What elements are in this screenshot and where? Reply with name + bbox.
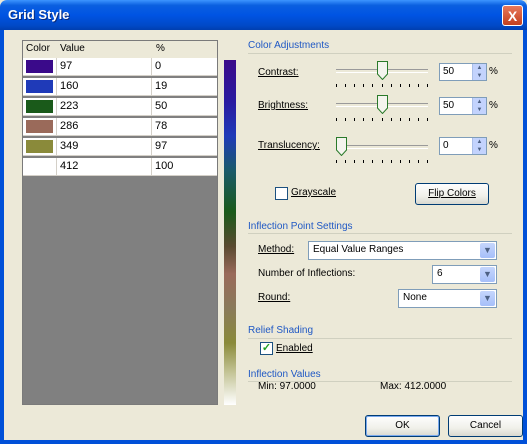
flip-colors-button[interactable]: Flip Colors: [415, 183, 489, 205]
inflection-settings-heading: Inflection Point Settings: [248, 221, 353, 232]
section-divider: [248, 338, 512, 339]
max-value-text: Max: 412.0000: [380, 381, 447, 392]
value-cell[interactable]: 412: [60, 160, 78, 172]
chevron-down-icon[interactable]: ▼: [480, 243, 495, 258]
table-row[interactable]: 349 97: [23, 138, 217, 156]
close-button[interactable]: X: [502, 5, 523, 26]
section-divider: [248, 53, 512, 54]
translucency-slider[interactable]: [336, 145, 428, 149]
close-icon: X: [507, 8, 518, 24]
spinner-arrows-icon[interactable]: ▲ ▼: [472, 138, 486, 154]
method-select[interactable]: Equal Value Ranges ▼: [308, 241, 497, 260]
color-swatch[interactable]: [26, 140, 53, 153]
value-cell[interactable]: 286: [60, 120, 78, 132]
value-cell[interactable]: 160: [60, 80, 78, 92]
value-cell[interactable]: 223: [60, 100, 78, 112]
value-cell[interactable]: 97: [60, 60, 72, 72]
percent-cell[interactable]: 100: [155, 160, 173, 172]
brightness-spinner[interactable]: 50 ▲ ▼: [439, 97, 487, 115]
percent-cell[interactable]: 78: [155, 120, 167, 132]
translucency-spinner[interactable]: 0 ▲ ▼: [439, 137, 487, 155]
relief-shading-heading: Relief Shading: [248, 325, 314, 336]
translucency-slider-thumb[interactable]: [336, 137, 347, 156]
color-swatch[interactable]: [26, 100, 53, 113]
section-divider: [248, 233, 512, 234]
round-label: Round:: [258, 292, 291, 303]
cancel-button[interactable]: Cancel: [448, 415, 523, 437]
contrast-spinner[interactable]: 50 ▲ ▼: [439, 63, 487, 81]
brightness-ticks: [336, 118, 428, 121]
color-swatch[interactable]: [26, 160, 53, 173]
contrast-unit: %: [489, 66, 498, 77]
percent-cell[interactable]: 97: [155, 140, 167, 152]
percent-column-header[interactable]: %: [156, 43, 165, 54]
window-title: Grid Style: [8, 7, 70, 22]
color-swatch[interactable]: [26, 120, 53, 133]
min-value-text: Min: 97.0000: [258, 381, 316, 392]
color-ramp-preview: [224, 60, 236, 405]
inflections-count-label: Number of Inflections:: [258, 268, 356, 279]
percent-cell[interactable]: 19: [155, 80, 167, 92]
brightness-unit: %: [489, 100, 498, 111]
value-column-header[interactable]: Value: [60, 43, 85, 54]
relief-enabled-checkbox[interactable]: ✓: [260, 342, 273, 355]
table-row[interactable]: 160 19: [23, 78, 217, 96]
color-table: Color Value % 97 0 160 19 223 50 286 78 349 97 412…: [22, 40, 218, 405]
inflections-count-select[interactable]: 6 ▼: [432, 265, 497, 284]
brightness-slider-thumb[interactable]: [376, 95, 388, 114]
value-cell[interactable]: 349: [60, 140, 78, 152]
table-row[interactable]: 97 0: [23, 58, 217, 76]
contrast-label: Contrast:: [258, 67, 299, 78]
color-column-header[interactable]: Color: [26, 43, 50, 54]
contrast-ticks: [336, 84, 428, 87]
title-bar: Grid Style X: [0, 0, 527, 30]
grayscale-label: Grayscale: [291, 187, 337, 198]
translucency-label: Translucency:: [258, 140, 320, 151]
table-row[interactable]: 223 50: [23, 98, 217, 116]
translucency-unit: %: [489, 140, 498, 151]
grayscale-checkbox[interactable]: [275, 187, 288, 200]
table-row[interactable]: 412 100: [23, 158, 217, 176]
inflection-values-heading: Inflection Values: [248, 369, 321, 380]
spinner-arrows-icon[interactable]: ▲ ▼: [472, 64, 486, 80]
color-swatch[interactable]: [26, 60, 53, 73]
percent-cell[interactable]: 0: [155, 60, 161, 72]
brightness-label: Brightness:: [258, 100, 309, 111]
ok-button[interactable]: OK: [365, 415, 440, 437]
color-adjustments-heading: Color Adjustments: [248, 40, 330, 51]
percent-cell[interactable]: 50: [155, 100, 167, 112]
chevron-down-icon[interactable]: ▼: [480, 267, 495, 282]
round-select[interactable]: None ▼: [398, 289, 497, 308]
relief-enabled-label: Enabled: [276, 343, 313, 354]
table-row[interactable]: 286 78: [23, 118, 217, 136]
spinner-arrows-icon[interactable]: ▲ ▼: [472, 98, 486, 114]
contrast-slider-thumb[interactable]: [376, 61, 388, 80]
method-label: Method:: [258, 244, 295, 255]
chevron-down-icon[interactable]: ▼: [480, 291, 495, 306]
translucency-ticks: [336, 160, 428, 163]
table-header: Color Value %: [23, 41, 217, 59]
color-swatch[interactable]: [26, 80, 53, 93]
